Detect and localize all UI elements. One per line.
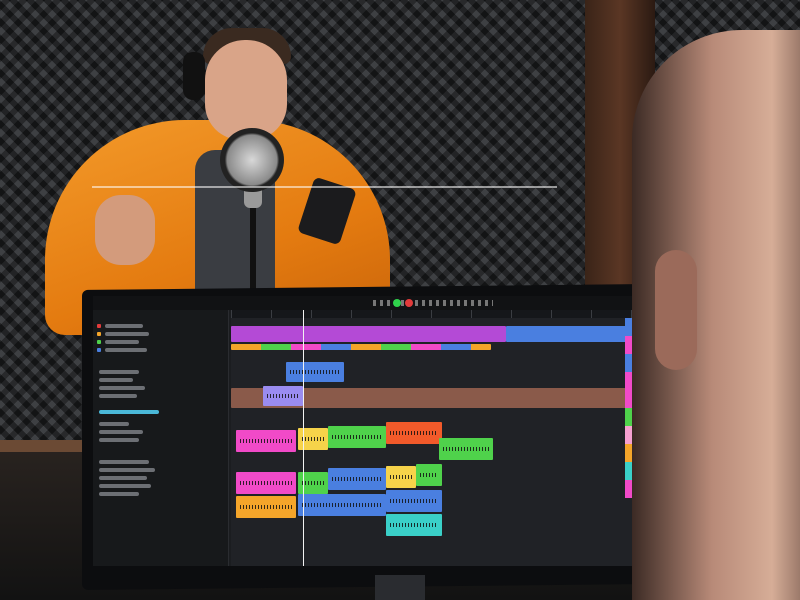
play-icon[interactable]: [393, 299, 401, 307]
browser-item-selected[interactable]: [99, 410, 159, 414]
monitor-stand: [375, 575, 425, 600]
engineer-ear: [655, 250, 697, 370]
clip[interactable]: [506, 326, 630, 342]
clip[interactable]: [386, 422, 442, 444]
daw-toolbar: [93, 296, 633, 310]
clip[interactable]: [328, 468, 386, 490]
daw-browser-panel: [93, 310, 229, 566]
browser-item[interactable]: [99, 430, 143, 434]
browser-item[interactable]: [99, 394, 137, 398]
browser-color-icon: [97, 332, 101, 336]
browser-item[interactable]: [105, 348, 147, 352]
record-icon[interactable]: [405, 299, 413, 307]
midi-lane[interactable]: [231, 344, 491, 350]
browser-color-icon: [97, 340, 101, 344]
daw-screen: [93, 296, 633, 566]
playhead[interactable]: [303, 310, 304, 566]
clip[interactable]: [236, 430, 296, 452]
clip[interactable]: [386, 514, 442, 536]
browser-color-icon: [97, 348, 101, 352]
browser-item[interactable]: [99, 484, 151, 488]
clip[interactable]: [236, 472, 296, 494]
clip[interactable]: [328, 426, 386, 448]
browser-item[interactable]: [99, 468, 155, 472]
browser-item[interactable]: [99, 370, 139, 374]
clip[interactable]: [439, 438, 493, 460]
clip[interactable]: [386, 466, 416, 488]
microphone-icon: [220, 128, 284, 192]
clip[interactable]: [298, 494, 386, 516]
studio-photo: [0, 0, 800, 600]
transport-controls[interactable]: [373, 300, 493, 306]
browser-item[interactable]: [99, 438, 139, 442]
browser-item[interactable]: [99, 378, 133, 382]
browser-item[interactable]: [105, 340, 139, 344]
browser-item[interactable]: [105, 332, 149, 336]
browser-color-icon: [97, 324, 101, 328]
timeline-ruler[interactable]: [231, 310, 633, 318]
browser-item[interactable]: [105, 324, 143, 328]
mic-stand: [250, 205, 256, 295]
clip[interactable]: [416, 464, 442, 486]
browser-item[interactable]: [99, 460, 149, 464]
clip[interactable]: [263, 386, 303, 406]
browser-item[interactable]: [99, 422, 129, 426]
clip[interactable]: [386, 490, 442, 512]
browser-item[interactable]: [99, 492, 139, 496]
clip[interactable]: [231, 326, 506, 342]
arrangement-view[interactable]: [231, 318, 633, 566]
clip[interactable]: [286, 362, 344, 382]
clip[interactable]: [236, 496, 296, 518]
singer-hand: [95, 195, 155, 265]
window-sill: [0, 440, 90, 452]
glass-reflection: [92, 186, 557, 188]
browser-item[interactable]: [99, 386, 145, 390]
headphones: [183, 52, 205, 100]
browser-item[interactable]: [99, 476, 147, 480]
singer-head: [205, 40, 287, 140]
